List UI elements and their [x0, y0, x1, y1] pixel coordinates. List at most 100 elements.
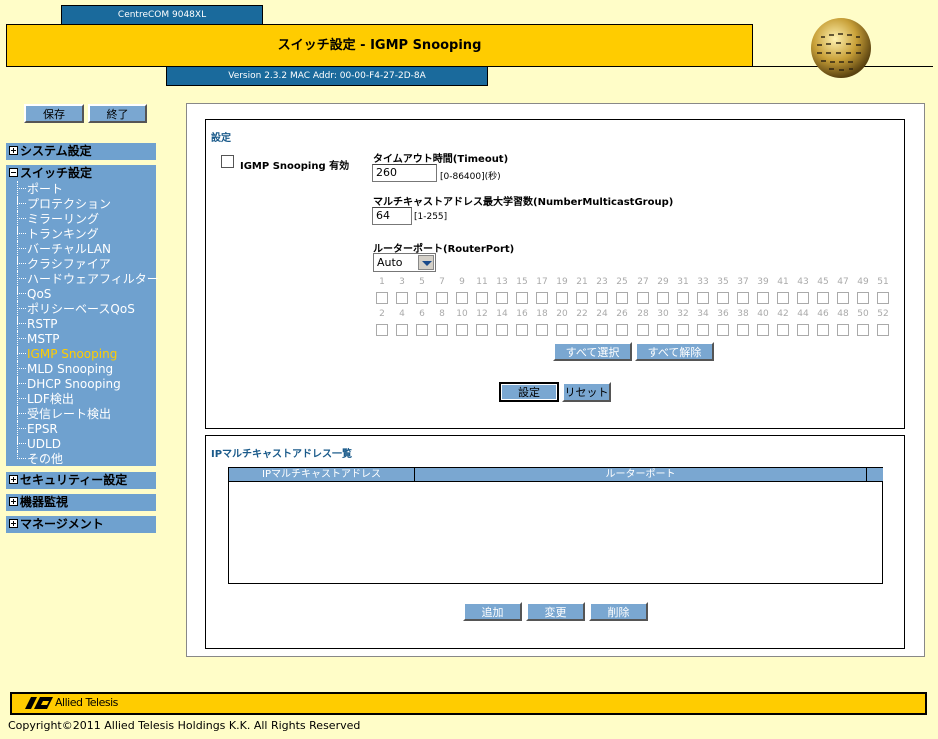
- port-checkbox[interactable]: [677, 292, 689, 304]
- port-checkbox[interactable]: [737, 292, 749, 304]
- port-checkbox[interactable]: [697, 324, 709, 336]
- port-checkbox[interactable]: [677, 324, 689, 336]
- port-checkbox[interactable]: [516, 324, 528, 336]
- sidebar-item-classifier[interactable]: クラシファイア: [17, 256, 111, 271]
- sidebar-item-policy-qos[interactable]: ポリシーベースQoS: [17, 301, 135, 316]
- port-checkbox[interactable]: [476, 292, 488, 304]
- port-checkbox[interactable]: [576, 324, 588, 336]
- max-group-input[interactable]: 64: [372, 207, 412, 225]
- reset-button[interactable]: リセット: [562, 382, 611, 402]
- col-header-router-port[interactable]: ルーターポート: [415, 468, 867, 482]
- port-checkbox[interactable]: [817, 324, 829, 336]
- router-port-select[interactable]: Auto: [373, 253, 436, 272]
- delete-button[interactable]: 削除: [589, 602, 648, 621]
- sidebar-item-protection[interactable]: プロテクション: [17, 196, 111, 211]
- port-checkbox[interactable]: [556, 292, 568, 304]
- port-checkbox[interactable]: [536, 292, 548, 304]
- sidebar-item-vlan[interactable]: バーチャルLAN: [17, 241, 111, 256]
- port-number-label: 19: [556, 277, 568, 287]
- port-checkbox[interactable]: [717, 324, 729, 336]
- sidebar-item-trunking[interactable]: トランキング: [17, 226, 99, 241]
- igmp-enable-checkbox[interactable]: [221, 155, 234, 168]
- port-checkbox[interactable]: [657, 292, 669, 304]
- port-number-label: 48: [837, 309, 849, 319]
- sidebar-item-rstp[interactable]: RSTP: [17, 316, 58, 331]
- port-checkbox[interactable]: [456, 292, 468, 304]
- menu-system-settings[interactable]: システム設定: [6, 143, 156, 160]
- port-checkbox[interactable]: [456, 324, 468, 336]
- port-checkbox[interactable]: [596, 324, 608, 336]
- menu-management[interactable]: マネージメント: [6, 516, 156, 533]
- timeout-input[interactable]: 260: [372, 164, 437, 182]
- port-checkbox[interactable]: [536, 324, 548, 336]
- port-checkbox[interactable]: [837, 292, 849, 304]
- port-checkbox[interactable]: [757, 292, 769, 304]
- save-button[interactable]: 保存: [24, 104, 84, 123]
- select-all-button[interactable]: すべて選択: [553, 342, 632, 361]
- collapse-icon: [9, 168, 18, 177]
- port-checkbox[interactable]: [757, 324, 769, 336]
- port-checkbox[interactable]: [857, 324, 869, 336]
- menu-device-monitor[interactable]: 機器監視: [6, 494, 156, 511]
- port-checkbox[interactable]: [436, 292, 448, 304]
- sidebar-item-rx-rate[interactable]: 受信レート検出: [17, 406, 111, 421]
- port-checkbox[interactable]: [637, 324, 649, 336]
- sidebar-item-ldf[interactable]: LDF検出: [17, 391, 74, 406]
- menu-switch-settings[interactable]: スイッチ設定: [6, 165, 156, 182]
- model-tab: CentreCOM 9048XL: [61, 5, 263, 24]
- sidebar-item-igmp-snooping[interactable]: IGMP Snooping: [17, 346, 117, 361]
- port-number-label: 1: [379, 277, 385, 287]
- port-checkbox[interactable]: [496, 292, 508, 304]
- port-checkbox[interactable]: [857, 292, 869, 304]
- sidebar-item-mirroring[interactable]: ミラーリング: [17, 211, 99, 226]
- sidebar-item-port[interactable]: ポート: [17, 181, 63, 196]
- port-checkbox[interactable]: [396, 292, 408, 304]
- port-checkbox[interactable]: [376, 324, 388, 336]
- port-checkbox[interactable]: [797, 324, 809, 336]
- sidebar-item-mstp[interactable]: MSTP: [17, 331, 60, 346]
- port-checkbox[interactable]: [616, 324, 628, 336]
- port-checkbox[interactable]: [837, 324, 849, 336]
- port-checkbox[interactable]: [376, 292, 388, 304]
- col-header-address[interactable]: IPマルチキャストアドレス: [229, 468, 415, 482]
- sidebar-item-epsr[interactable]: EPSR: [17, 421, 58, 436]
- sidebar-item-udld[interactable]: UDLD: [17, 436, 61, 451]
- port-checkbox[interactable]: [777, 324, 789, 336]
- exit-button[interactable]: 終了: [88, 104, 147, 123]
- port-number-label: 31: [677, 277, 689, 287]
- port-checkbox[interactable]: [877, 292, 889, 304]
- add-button[interactable]: 追加: [463, 602, 522, 621]
- port-checkbox[interactable]: [797, 292, 809, 304]
- port-checkbox[interactable]: [496, 324, 508, 336]
- port-checkbox[interactable]: [416, 292, 428, 304]
- menu-security-settings[interactable]: セキュリティー設定: [6, 472, 156, 489]
- port-number-label: 52: [877, 309, 889, 319]
- port-checkbox[interactable]: [436, 324, 448, 336]
- port-checkbox[interactable]: [516, 292, 528, 304]
- sidebar-item-other[interactable]: その他: [17, 451, 63, 466]
- port-checkbox[interactable]: [697, 292, 709, 304]
- port-checkbox[interactable]: [596, 292, 608, 304]
- port-number-label: 39: [757, 277, 769, 287]
- port-checkbox[interactable]: [877, 324, 889, 336]
- sidebar-item-hw-filter[interactable]: ハードウェアフィルター: [17, 271, 159, 286]
- port-checkbox[interactable]: [416, 324, 428, 336]
- port-checkbox[interactable]: [616, 292, 628, 304]
- port-checkbox[interactable]: [556, 324, 568, 336]
- port-checkbox[interactable]: [576, 292, 588, 304]
- sidebar-item-qos[interactable]: QoS: [17, 286, 51, 301]
- apply-button[interactable]: 設定: [499, 382, 559, 402]
- sidebar-item-dhcp-snooping[interactable]: DHCP Snooping: [17, 376, 121, 391]
- port-checkbox[interactable]: [777, 292, 789, 304]
- port-checkbox[interactable]: [637, 292, 649, 304]
- port-checkbox[interactable]: [717, 292, 729, 304]
- port-checkbox[interactable]: [396, 324, 408, 336]
- port-checkbox[interactable]: [737, 324, 749, 336]
- port-checkbox[interactable]: [476, 324, 488, 336]
- port-checkbox[interactable]: [657, 324, 669, 336]
- modify-button[interactable]: 変更: [526, 602, 585, 621]
- settings-heading: 設定: [211, 133, 231, 144]
- deselect-all-button[interactable]: すべて解除: [635, 342, 714, 361]
- port-checkbox[interactable]: [817, 292, 829, 304]
- sidebar-item-mld-snooping[interactable]: MLD Snooping: [17, 361, 113, 376]
